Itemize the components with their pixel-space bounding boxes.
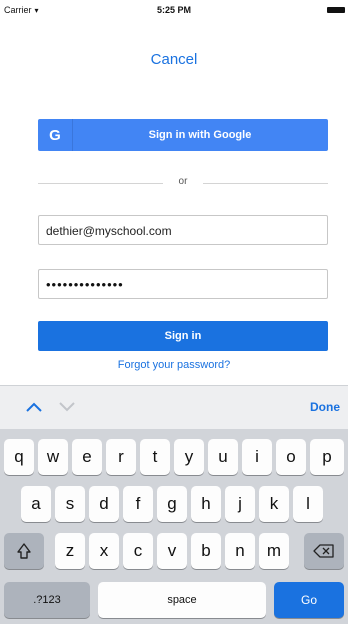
google-signin-label: Sign in with Google [148,129,252,141]
key-c[interactable]: c [123,533,153,569]
key-o[interactable]: o [276,439,306,475]
numbers-key[interactable]: .?123 [4,582,90,618]
backspace-icon [313,544,334,558]
cancel-button[interactable]: Cancel [0,51,348,68]
password-value: •••••••••••••• [46,277,124,292]
key-e[interactable]: e [72,439,102,475]
key-x[interactable]: x [89,533,119,569]
signin-button[interactable]: Sign in [38,321,328,351]
space-key[interactable]: space [98,582,266,618]
chevron-up-icon[interactable] [25,398,43,418]
key-d[interactable]: d [89,486,119,522]
key-v[interactable]: v [157,533,187,569]
key-a[interactable]: a [21,486,51,522]
divider-line-right [203,183,328,184]
battery-icon [327,7,345,13]
email-value: dethier@myschool.com [46,224,172,238]
key-j[interactable]: j [225,486,255,522]
go-key[interactable]: Go [274,582,344,618]
chevron-down-icon[interactable] [58,398,76,418]
key-u[interactable]: u [208,439,238,475]
key-y[interactable]: y [174,439,204,475]
email-field[interactable]: dethier@myschool.com [38,215,328,245]
key-m[interactable]: m [259,533,289,569]
or-divider: or [38,176,328,190]
key-r[interactable]: r [106,439,136,475]
status-bar: Carrier ▾ 5:25 PM [0,0,348,20]
shift-key[interactable] [4,533,44,569]
key-q[interactable]: q [4,439,34,475]
key-w[interactable]: w [38,439,68,475]
key-g[interactable]: g [157,486,187,522]
forgot-password-link[interactable]: Forgot your password? [0,359,348,371]
key-b[interactable]: b [191,533,221,569]
key-s[interactable]: s [55,486,85,522]
keyboard-toolbar: Done [0,385,348,430]
key-t[interactable]: t [140,439,170,475]
done-button[interactable]: Done [310,400,340,414]
key-k[interactable]: k [259,486,289,522]
key-i[interactable]: i [242,439,272,475]
key-n[interactable]: n [225,533,255,569]
key-z[interactable]: z [55,533,85,569]
keyboard: q w e r t y u i o p a s d f g h j k l z … [0,429,348,624]
or-label: or [178,176,188,187]
google-icon: G [38,119,73,151]
key-h[interactable]: h [191,486,221,522]
shift-icon [17,543,31,559]
google-signin-button[interactable]: G Sign in with Google [38,119,328,151]
key-p[interactable]: p [310,439,344,475]
key-l[interactable]: l [293,486,323,522]
key-f[interactable]: f [123,486,153,522]
backspace-key[interactable] [304,533,344,569]
clock: 5:25 PM [156,5,191,15]
password-field[interactable]: •••••••••••••• [38,269,328,299]
